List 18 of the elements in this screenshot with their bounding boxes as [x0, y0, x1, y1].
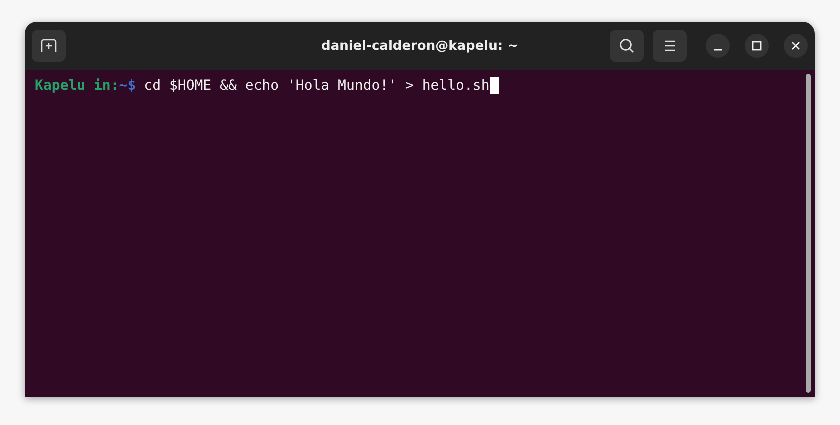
command-text: cd $HOME && echo 'Hola Mundo!' > hello.sh	[144, 78, 490, 94]
window-title: daniel-calderon@kapelu: ~	[322, 38, 518, 54]
search-button[interactable]	[610, 30, 644, 62]
close-button[interactable]	[784, 34, 808, 58]
prompt-user: Kapelu in:	[35, 78, 120, 94]
new-tab-icon	[41, 39, 57, 53]
minimize-icon	[714, 48, 722, 50]
minimize-button[interactable]	[706, 34, 730, 58]
menu-button[interactable]	[653, 30, 687, 62]
menu-icon	[663, 40, 677, 52]
scrollbar[interactable]	[806, 74, 811, 393]
close-icon	[791, 41, 801, 51]
search-icon	[619, 38, 635, 54]
prompt-path: ~	[119, 78, 128, 94]
maximize-button[interactable]	[745, 34, 769, 58]
maximize-icon	[752, 41, 762, 51]
prompt-symbol: $	[128, 78, 136, 94]
new-tab-button[interactable]	[32, 30, 66, 62]
